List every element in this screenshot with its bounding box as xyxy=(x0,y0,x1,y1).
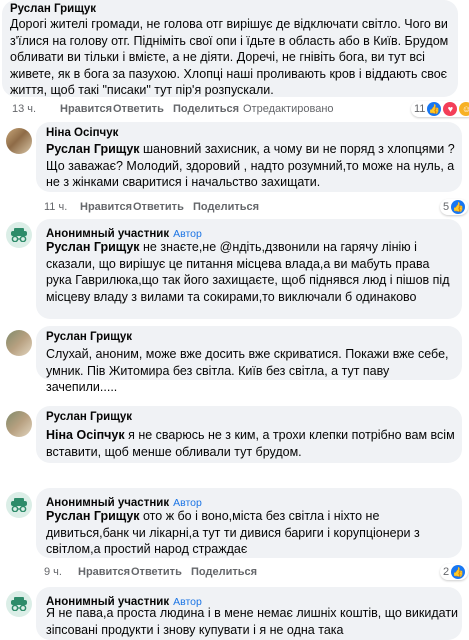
comment-author[interactable]: Руслан Грищук xyxy=(46,331,132,343)
like-button[interactable]: Нравится xyxy=(60,103,113,115)
like-reaction-icon: 👍 xyxy=(451,200,466,214)
comment-bubble: Анонимный участник Автор Руслан Грищук от… xyxy=(36,488,462,558)
like-button[interactable]: Нравится xyxy=(80,201,133,213)
comment-time[interactable]: 13 ч. xyxy=(12,103,60,115)
haha-reaction-icon: ☺ xyxy=(459,102,469,116)
reaction-summary[interactable]: 5 👍 xyxy=(440,199,469,215)
like-reaction-icon: 👍 xyxy=(451,565,466,579)
comment-bubble: Анонимный участник Автор Я не пава,а прос… xyxy=(36,587,462,640)
reaction-summary[interactable]: 2 👍 xyxy=(440,564,469,580)
anonymous-avatar[interactable] xyxy=(6,222,32,248)
comment-bubble: Руслан Грищук Дорогі жителі громади, не … xyxy=(2,0,458,97)
comment-author[interactable]: Руслан Грищук xyxy=(10,3,96,15)
comment-text: Я не пава,а проста людина і в мене немає… xyxy=(46,606,459,637)
comment-bubble: Руслан Грищук Слухай, аноним, може вже д… xyxy=(36,326,462,394)
reply-button[interactable]: Ответить xyxy=(133,201,193,213)
reply-button[interactable]: Ответить xyxy=(113,103,173,115)
reaction-count: 2 xyxy=(443,566,450,578)
comment-author[interactable]: Ніна Осіпчук xyxy=(46,127,118,139)
comment-text: Руслан Грищук шановний захисник, а чому … xyxy=(46,141,456,191)
avatar[interactable] xyxy=(6,330,32,356)
comment-text: Слухай, аноним, може вже досить вже скри… xyxy=(46,347,449,394)
comment-time[interactable]: 11 ч. xyxy=(44,201,80,213)
comment-text: Руслан Грищук ото ж бо і воно,міста без … xyxy=(46,508,458,558)
anonymous-avatar[interactable] xyxy=(6,591,32,617)
like-reaction-icon: 👍 xyxy=(427,102,442,116)
mention[interactable]: Руслан Грищук xyxy=(46,240,140,254)
like-button[interactable]: Нравится xyxy=(78,566,131,578)
comment-bubble: Анонимный участник Автор Руслан Грищук не… xyxy=(36,219,462,319)
reaction-summary[interactable]: 11 👍 ♥ ☺ xyxy=(411,101,469,117)
share-button[interactable]: Поделиться xyxy=(193,201,259,213)
comment-text: Дорогі жителі громади, не голова отг вир… xyxy=(10,17,449,97)
avatar[interactable] xyxy=(6,411,32,437)
anonymous-icon xyxy=(11,228,27,242)
comment-actions: 13 ч. Нравится Ответить Поделиться Отред… xyxy=(12,103,334,115)
reaction-count: 11 xyxy=(414,103,426,115)
comment-text: Руслан Грищук не знаєте,не @ндіть,дзвони… xyxy=(46,239,458,305)
share-button[interactable]: Поделиться xyxy=(191,566,257,578)
love-reaction-icon: ♥ xyxy=(443,102,458,116)
comment-actions: 11 ч. Нравится Ответить Поделиться xyxy=(44,201,259,213)
reaction-count: 5 xyxy=(443,201,450,213)
share-button[interactable]: Поделиться xyxy=(173,103,243,115)
comment-actions: 9 ч. Нравится Ответить Поделиться xyxy=(44,566,257,578)
mention[interactable]: Руслан Грищук xyxy=(46,509,140,523)
anonymous-avatar[interactable] xyxy=(6,492,32,518)
anonymous-icon xyxy=(11,498,27,512)
comment-bubble: Руслан Грищук Ніна Осіпчук я не сварюсь … xyxy=(36,406,462,463)
reply-button[interactable]: Ответить xyxy=(131,566,191,578)
anonymous-icon xyxy=(11,597,27,611)
avatar[interactable] xyxy=(6,128,32,154)
mention[interactable]: Руслан Грищук xyxy=(46,142,140,156)
comment-bubble: Ніна Осіпчук Руслан Грищук шановний захи… xyxy=(36,122,462,192)
comment-text: Ніна Осіпчук я не сварюсь не з ким, а тр… xyxy=(46,427,458,460)
comment-author[interactable]: Руслан Грищук xyxy=(46,411,132,423)
mention[interactable]: Ніна Осіпчук xyxy=(46,428,125,442)
edited-label: Отредактировано xyxy=(243,103,334,115)
comment-time[interactable]: 9 ч. xyxy=(44,566,78,578)
